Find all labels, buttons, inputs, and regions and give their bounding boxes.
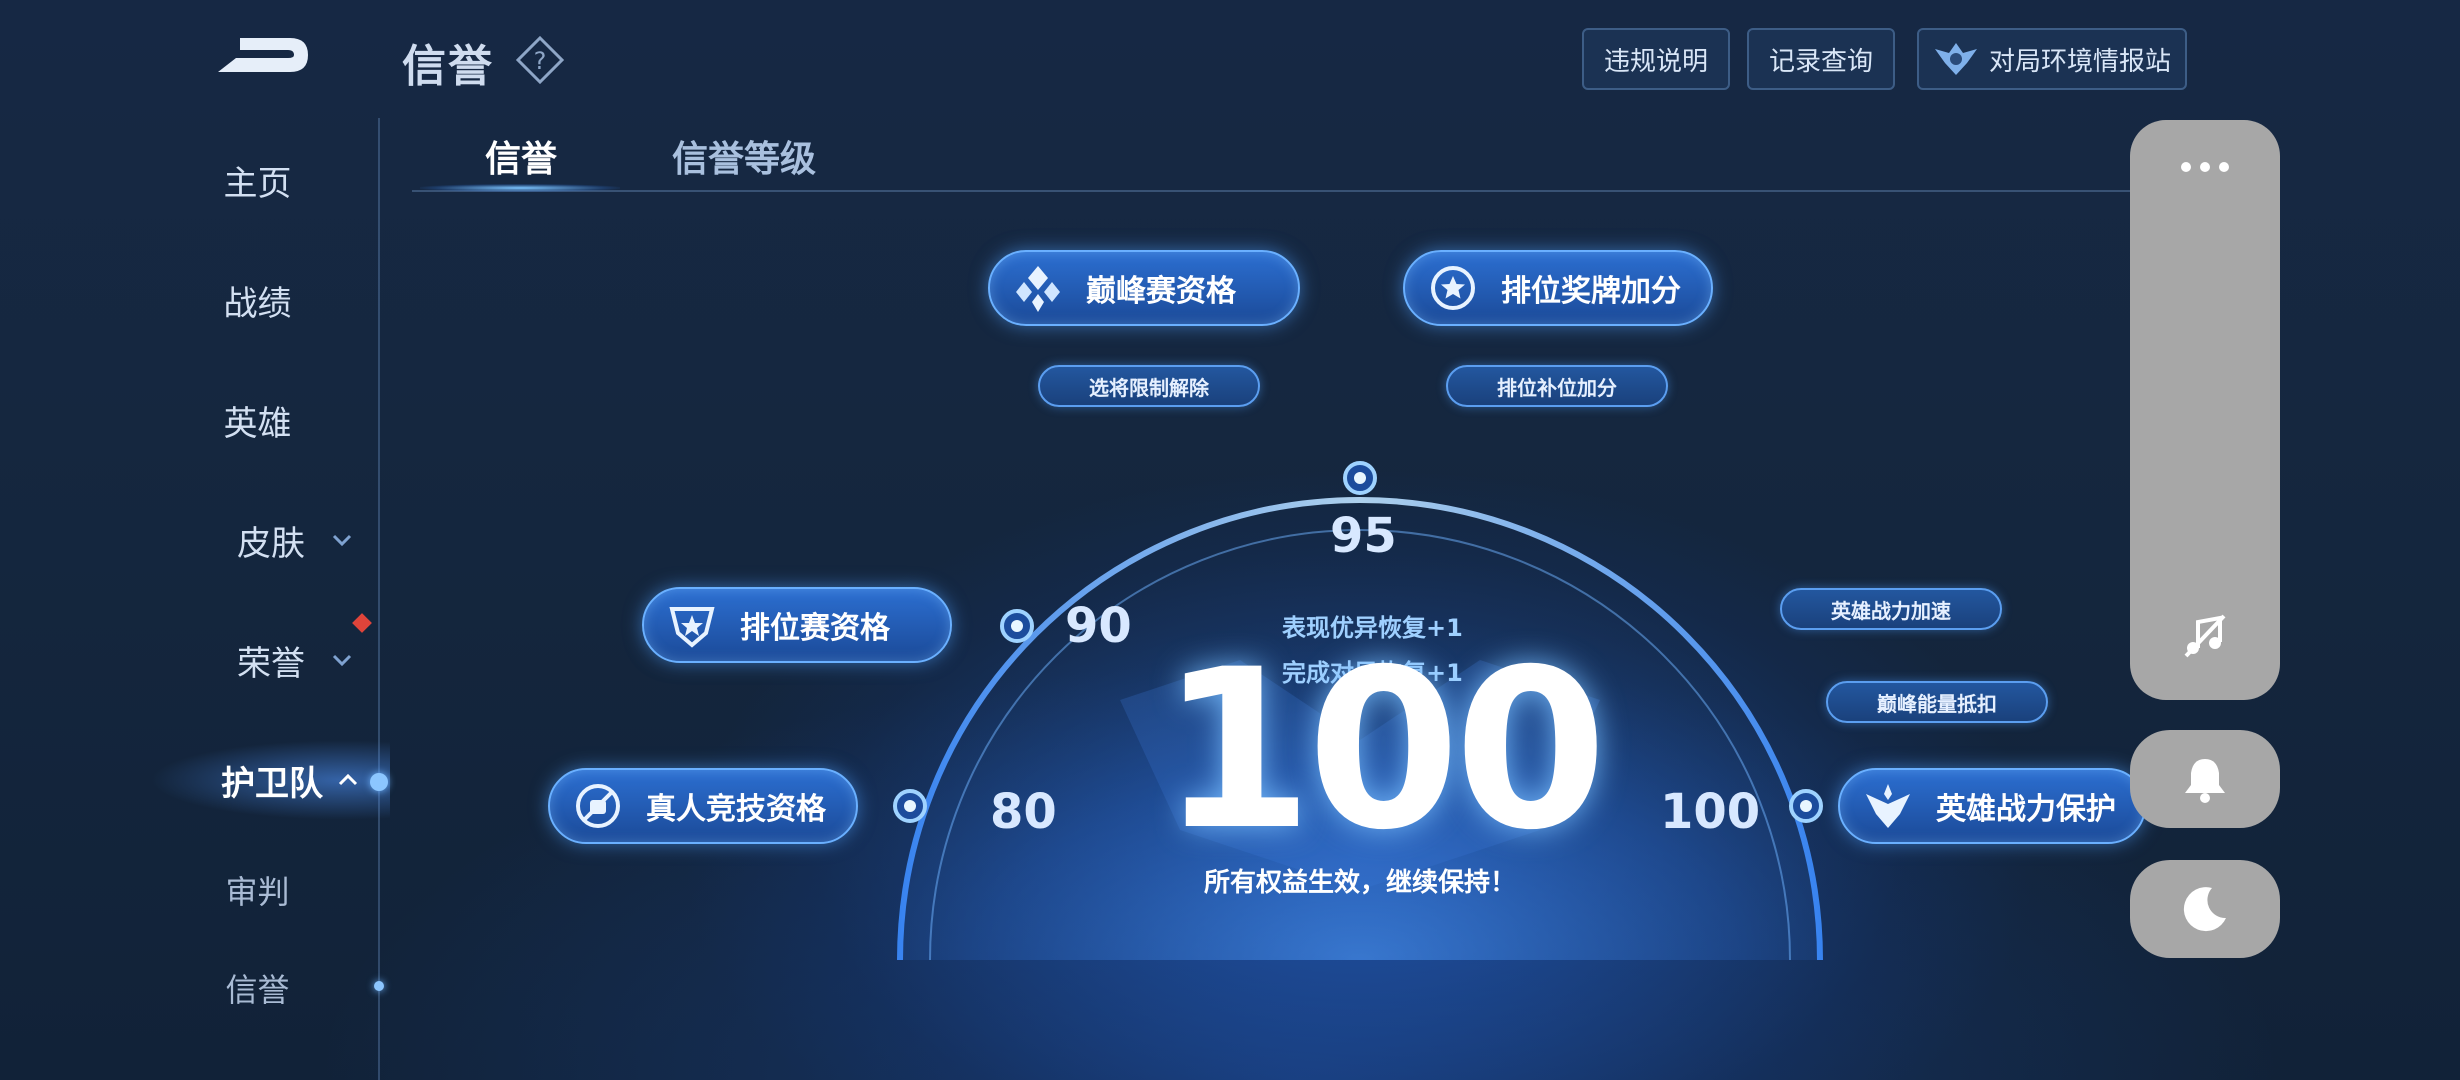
perk-label: 巅峰赛资格 [1086,274,1236,309]
sidebar-item-honor[interactable]: 荣誉 [200,625,390,695]
record-query-label: 记录查询 [1768,46,1873,77]
shield-star-icon [669,607,715,648]
threshold-90: 90 [1065,598,1132,654]
no-bot-icon [576,784,620,828]
perk-label: 真人竞技资格 [646,792,826,827]
sidebar-item-label: 战绩 [223,283,292,324]
sidebar-item-label: 主页 [223,163,292,204]
threshold-80: 80 [990,784,1057,840]
violation-explain-label: 违规说明 [1603,46,1708,77]
perk-rank-medal-bonus: 排位奖牌加分 [1403,250,1713,326]
medal-star-icon [1431,266,1475,310]
gauge-node-95 [1343,461,1377,495]
sidebar-item-skin[interactable]: 皮肤 [200,505,390,575]
sidebar-item-label: 皮肤 [237,523,305,564]
match-environment-button[interactable]: 对局环境情报站 [1917,28,2187,90]
more-dots-icon[interactable] [2178,160,2232,174]
perk-peak-qualification: 巅峰赛资格 [988,250,1300,326]
threshold-100: 100 [1660,784,1761,840]
tab-credit-level[interactable]: 信誉等级 [672,130,816,182]
gauge-node-90 [1000,609,1034,643]
chevron-down-icon [332,654,352,667]
sidebar-item-guard[interactable]: 护卫队 [190,745,390,815]
chevron-down-icon [332,534,352,547]
peak-crystal-icon [1016,266,1060,312]
perk-ranked-qualification: 排位赛资格 [642,587,952,663]
page-title: 信誉 [402,41,494,92]
perk-hero-power-protect: 英雄战力保护 [1838,768,2146,844]
bell-icon [2185,759,2225,803]
credit-score: 100 [1160,622,1607,878]
perk-real-person-qualification: 真人竞技资格 [548,768,858,844]
night-mode-button[interactable] [2130,860,2280,958]
perk-hero-pick-unlock: 选将限制解除 [1038,365,1260,407]
rail-active-dot [370,773,388,791]
protect-emblem-icon [1866,784,1910,828]
record-query-button[interactable]: 记录查询 [1747,28,1895,90]
threshold-95: 95 [1330,508,1397,564]
perk-label: 英雄战力保护 [1936,792,2116,827]
moon-icon [2183,887,2226,932]
tab-divider [412,190,2132,192]
perk-label: 排位奖牌加分 [1501,274,1681,309]
gauge-node-80 [893,789,927,823]
bell-button[interactable] [2130,730,2280,828]
match-environment-label: 对局环境情报站 [1988,46,2171,77]
sidebar-item-label: 荣誉 [237,643,305,684]
perk-peak-energy-deduct: 巅峰能量抵扣 [1826,681,2048,723]
violation-explain-button[interactable]: 违规说明 [1582,28,1730,90]
music-off-icon[interactable] [2180,610,2230,660]
sidebar-item-label: 信誉 [225,971,290,1009]
sidebar-item-home[interactable]: 主页 [170,145,345,215]
perk-label: 排位赛资格 [740,611,890,646]
gauge-node-100 [1789,789,1823,823]
svg-text:?: ? [534,47,547,75]
sidebar-item-judge[interactable]: 审判 [170,855,345,925]
score-caption: 所有权益生效，继续保持！ [1203,868,1516,898]
sidebar-item-label: 审判 [225,873,290,911]
sidebar-item-credit[interactable]: 信誉 [170,953,345,1023]
sidebar-item-record[interactable]: 战绩 [170,265,345,335]
wings-emblem-icon [1934,43,1977,75]
back-arrow-icon[interactable] [210,30,310,80]
rail-dot [374,981,384,991]
tab-active-indicator [420,184,620,192]
sidebar-rail [378,118,380,1080]
sidebar-item-label: 护卫队 [221,763,323,804]
tab-credit[interactable]: 信誉 [485,130,557,182]
perk-hero-power-speedup: 英雄战力加速 [1780,588,2002,630]
sidebar-item-hero[interactable]: 英雄 [170,385,345,455]
perk-rank-fill-bonus: 排位补位加分 [1446,365,1668,407]
chevron-up-icon [338,773,358,786]
sidebar-item-label: 英雄 [223,403,292,444]
help-icon[interactable]: ? [516,36,564,84]
